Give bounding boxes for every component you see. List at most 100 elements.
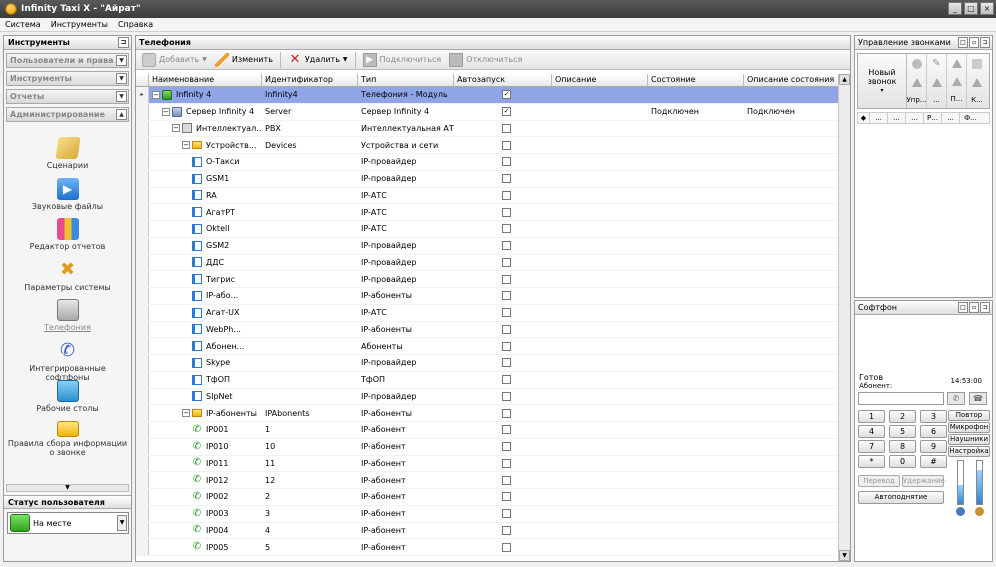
- close-button[interactable]: ×: [980, 2, 994, 15]
- control-col-p[interactable]: П...: [947, 54, 967, 108]
- autostart-checkbox[interactable]: [502, 358, 511, 368]
- table-row[interactable]: − Интеллектуал... PBX Интеллектуальная АТС: [136, 120, 840, 138]
- admin-item-report-editor[interactable]: Редактор отчетов: [6, 216, 129, 257]
- menu-help[interactable]: Справка: [113, 20, 158, 29]
- control-col-manage[interactable]: Упр...: [907, 54, 927, 108]
- scroll-down-icon[interactable]: ▼: [839, 550, 850, 561]
- column-id[interactable]: Идентификатор: [262, 74, 358, 86]
- connect-button[interactable]: ▶ Подключиться: [360, 51, 445, 69]
- chevron-down-icon[interactable]: ▼: [117, 515, 127, 531]
- collapse-icon[interactable]: −: [172, 124, 180, 133]
- table-row[interactable]: ✆ IP010 10 IP-абонент: [136, 438, 840, 456]
- autostart-checkbox[interactable]: [502, 408, 511, 418]
- table-row[interactable]: GSM2 IP-провайдер: [136, 237, 840, 255]
- minimize-button[interactable]: _: [948, 2, 962, 15]
- user-status-select[interactable]: На месте ▼: [7, 512, 129, 534]
- table-row[interactable]: АгатРТ IP-АТС: [136, 204, 840, 221]
- pin-icon[interactable]: ⊐: [980, 302, 990, 313]
- hold-button[interactable]: Удержание: [902, 475, 945, 487]
- key-1[interactable]: 1: [858, 410, 885, 423]
- table-row[interactable]: ✆ IP003 3 IP-абонент: [136, 505, 840, 523]
- collapse-icon[interactable]: −: [152, 90, 160, 99]
- collapse-icon[interactable]: −: [182, 409, 190, 418]
- disconnect-button[interactable]: Отключиться: [446, 51, 525, 69]
- autostart-checkbox[interactable]: [502, 190, 511, 200]
- calls-col[interactable]: ...: [870, 113, 888, 123]
- key-2[interactable]: 2: [889, 410, 916, 423]
- column-state-description[interactable]: Описание состояния: [744, 74, 840, 86]
- autostart-checkbox[interactable]: [502, 157, 511, 167]
- calls-col[interactable]: ...: [942, 113, 960, 123]
- table-row[interactable]: ДДС IP-провайдер: [136, 254, 840, 272]
- restore-icon[interactable]: □: [958, 302, 968, 313]
- column-autostart[interactable]: Автозапуск: [454, 74, 552, 86]
- pin-icon[interactable]: ⊐: [980, 37, 990, 48]
- calls-col[interactable]: ...: [906, 113, 924, 123]
- table-row[interactable]: О-Такси IP-провайдер: [136, 154, 840, 171]
- table-row[interactable]: Абонен... Абоненты: [136, 338, 840, 355]
- mic-volume-slider[interactable]: [976, 460, 983, 505]
- table-row[interactable]: ✆ IP005 5 IP-абонент: [136, 539, 840, 556]
- table-row[interactable]: ✆ IP012 12 IP-абонент: [136, 472, 840, 489]
- autoanswer-button[interactable]: Автоподнятие: [858, 491, 944, 504]
- autostart-checkbox[interactable]: ✓: [502, 107, 511, 117]
- chevron-up-icon[interactable]: ▲: [116, 109, 127, 120]
- autostart-checkbox[interactable]: [502, 492, 511, 502]
- key-hash[interactable]: #: [920, 455, 947, 468]
- menu-tools[interactable]: Инструменты: [46, 20, 113, 29]
- key-7[interactable]: 7: [858, 440, 885, 453]
- table-row[interactable]: ✆ IP011 11 IP-абонент: [136, 455, 840, 473]
- transfer-button[interactable]: Перевод: [858, 475, 900, 487]
- admin-item-telephony[interactable]: Телефония: [6, 297, 129, 338]
- add-button[interactable]: Добавить ▼: [139, 51, 210, 69]
- grid-scrollbar[interactable]: ▲ ▼: [838, 74, 850, 561]
- menu-system[interactable]: Система: [0, 20, 46, 29]
- key-9[interactable]: 9: [920, 440, 947, 453]
- column-description[interactable]: Описание: [552, 74, 648, 86]
- admin-item-softphones[interactable]: ✆ Интегрированные софтфоны: [6, 338, 129, 382]
- autostart-checkbox[interactable]: [502, 123, 511, 133]
- table-row[interactable]: − IP-абоненты IPAbonents IP-абоненты: [136, 405, 840, 422]
- settings-button[interactable]: Настройка: [948, 446, 990, 457]
- calls-col[interactable]: ...: [888, 113, 906, 123]
- control-col-attach[interactable]: ✎ ...: [927, 54, 947, 108]
- section-tools[interactable]: Инструменты ▼: [6, 71, 129, 86]
- key-8[interactable]: 8: [889, 440, 916, 453]
- autostart-checkbox[interactable]: [502, 291, 511, 301]
- key-4[interactable]: 4: [858, 425, 885, 438]
- autostart-checkbox[interactable]: [502, 257, 511, 267]
- autostart-checkbox[interactable]: [502, 391, 511, 401]
- calls-col[interactable]: Ф...: [960, 113, 981, 123]
- autostart-checkbox[interactable]: [502, 442, 511, 452]
- key-6[interactable]: 6: [920, 425, 947, 438]
- autostart-checkbox[interactable]: [502, 224, 511, 234]
- section-users-rights[interactable]: Пользователи и права ▼: [6, 53, 129, 68]
- autostart-checkbox[interactable]: [502, 458, 511, 468]
- table-row[interactable]: Агат-UX IP-АТС: [136, 304, 840, 322]
- autostart-checkbox[interactable]: [502, 241, 511, 251]
- table-row[interactable]: ✆ IP004 4 IP-абонент: [136, 522, 840, 540]
- admin-item-system-params[interactable]: ✖ Параметры системы: [6, 257, 129, 298]
- collapse-icon[interactable]: −: [182, 141, 190, 150]
- autostart-checkbox[interactable]: [502, 274, 511, 284]
- restore-icon[interactable]: □: [958, 37, 968, 48]
- autostart-checkbox[interactable]: [502, 324, 511, 334]
- key-3[interactable]: 3: [920, 410, 947, 423]
- table-row[interactable]: GSM1 IP-провайдер: [136, 170, 840, 188]
- collapse-icon[interactable]: −: [162, 107, 170, 116]
- admin-item-call-rules[interactable]: Правила сбора информации о звонке: [6, 419, 129, 460]
- autostart-checkbox[interactable]: ✓: [502, 90, 511, 100]
- autostart-checkbox[interactable]: [502, 375, 511, 385]
- autostart-checkbox[interactable]: [502, 140, 511, 150]
- autostart-checkbox[interactable]: [502, 308, 511, 318]
- maximize-button[interactable]: □: [964, 2, 978, 15]
- chevron-down-icon[interactable]: ▼: [116, 73, 127, 84]
- delete-button[interactable]: ✕ Удалить ▼: [285, 51, 351, 69]
- table-row[interactable]: SIpNet IP-провайдер: [136, 388, 840, 406]
- column-name[interactable]: Наименование: [149, 74, 262, 86]
- calls-col[interactable]: ◆: [858, 113, 870, 123]
- table-row[interactable]: ТфОП ТфОП: [136, 371, 840, 389]
- microphone-button[interactable]: Микрофон: [948, 422, 990, 433]
- table-row[interactable]: WebPh... IP-абоненты: [136, 321, 840, 339]
- section-reports[interactable]: Отчеты ▼: [6, 89, 129, 104]
